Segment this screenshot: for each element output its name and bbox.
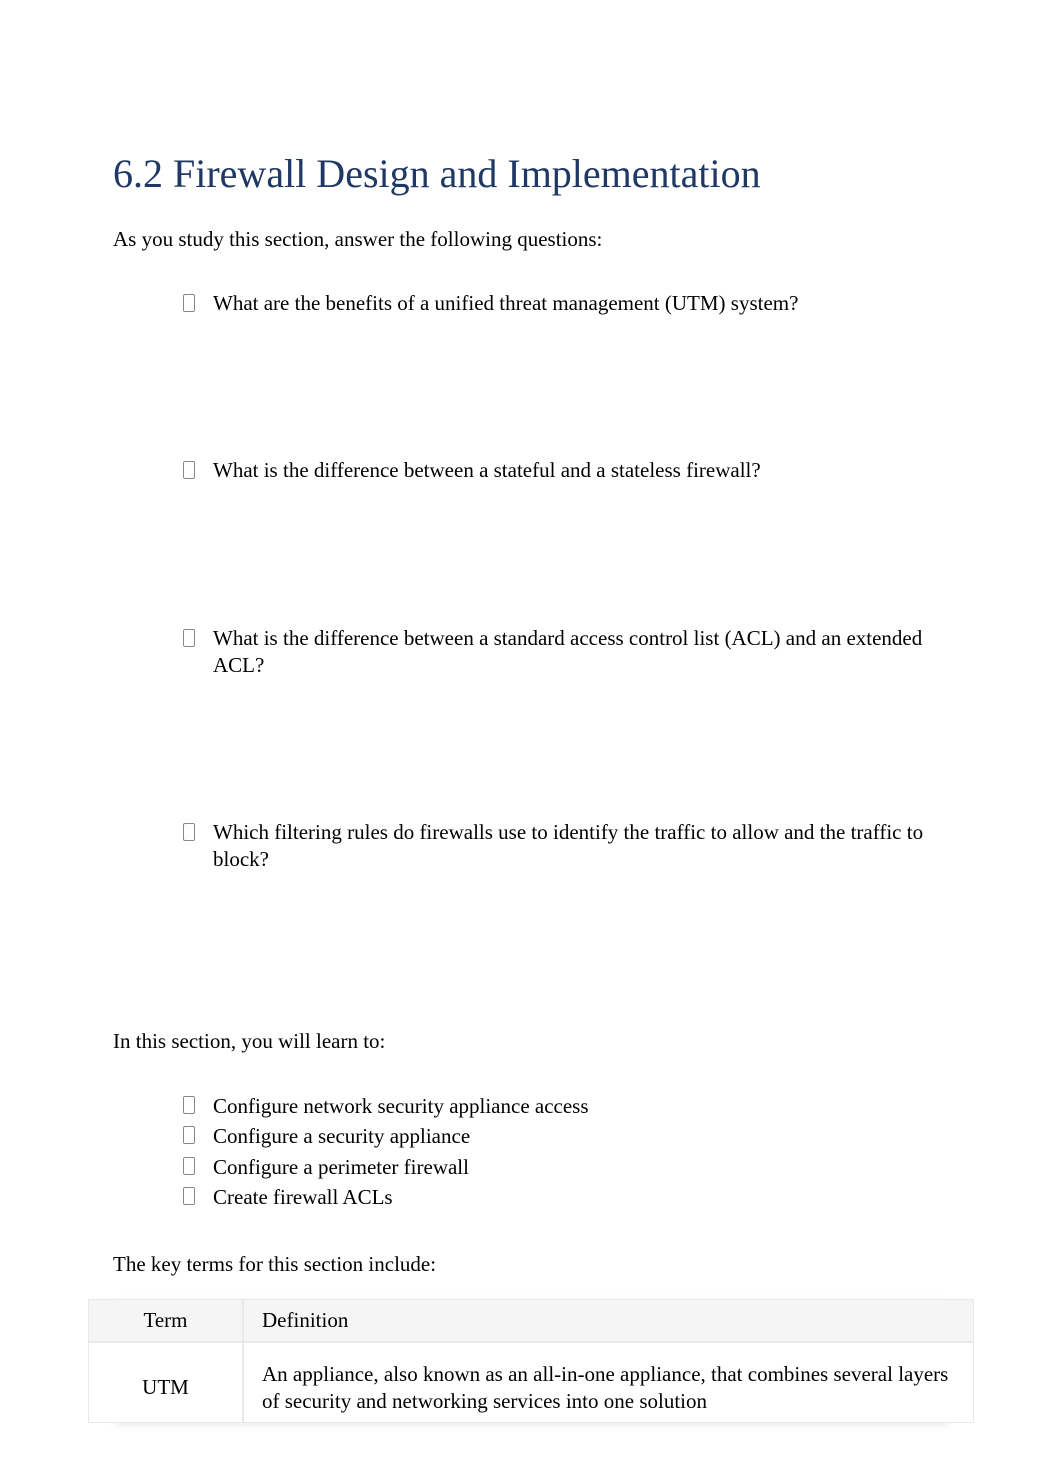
bullet-icon [183,294,195,312]
learn-list: Configure network security appliance acc… [113,1092,949,1213]
question-list: What are the benefits of a unified threa… [113,290,949,874]
list-item: Configure a perimeter firewall [183,1153,949,1182]
learn-text: Configure a security appliance [213,1122,949,1151]
bullet-icon [183,823,195,841]
terms-table: Term Definition UTM An appliance, also k… [88,1299,974,1423]
bullet-icon [183,1096,195,1114]
list-item: Create firewall ACLs [183,1183,949,1212]
table-header-row: Term Definition [88,1299,974,1342]
question-text: What is the difference between a standar… [213,625,949,680]
key-terms-intro: The key terms for this section include: [113,1252,949,1277]
table-row: UTM An appliance, also known as an all-i… [88,1342,974,1423]
table-header-term: Term [88,1299,243,1342]
bullet-icon [183,461,195,479]
intro-paragraph: As you study this section, answer the fo… [113,227,949,252]
question-text: What are the benefits of a unified threa… [213,290,949,317]
section-heading: 6.2 Firewall Design and Implementation [113,150,949,197]
list-item: Configure network security appliance acc… [183,1092,949,1121]
learn-text: Configure a perimeter firewall [213,1153,949,1182]
learn-text: Configure network security appliance acc… [213,1092,949,1121]
bullet-icon [183,629,195,647]
list-item: What is the difference between a standar… [183,625,949,680]
terms-table-container: Term Definition UTM An appliance, also k… [113,1299,949,1423]
bullet-icon [183,1126,195,1144]
learn-intro-paragraph: In this section, you will learn to: [113,1029,949,1054]
list-item: What is the difference between a statefu… [183,457,949,484]
question-text: Which filtering rules do firewalls use t… [213,819,949,874]
bullet-icon [183,1187,195,1205]
list-item: Configure a security appliance [183,1122,949,1151]
question-text: What is the difference between a statefu… [213,457,949,484]
list-item: Which filtering rules do firewalls use t… [183,819,949,874]
definition-cell: An appliance, also known as an all-in-on… [243,1342,974,1423]
table-header-definition: Definition [243,1299,974,1342]
learn-text: Create firewall ACLs [213,1183,949,1212]
bullet-icon [183,1157,195,1175]
list-item: What are the benefits of a unified threa… [183,290,949,317]
term-cell: UTM [88,1342,243,1423]
